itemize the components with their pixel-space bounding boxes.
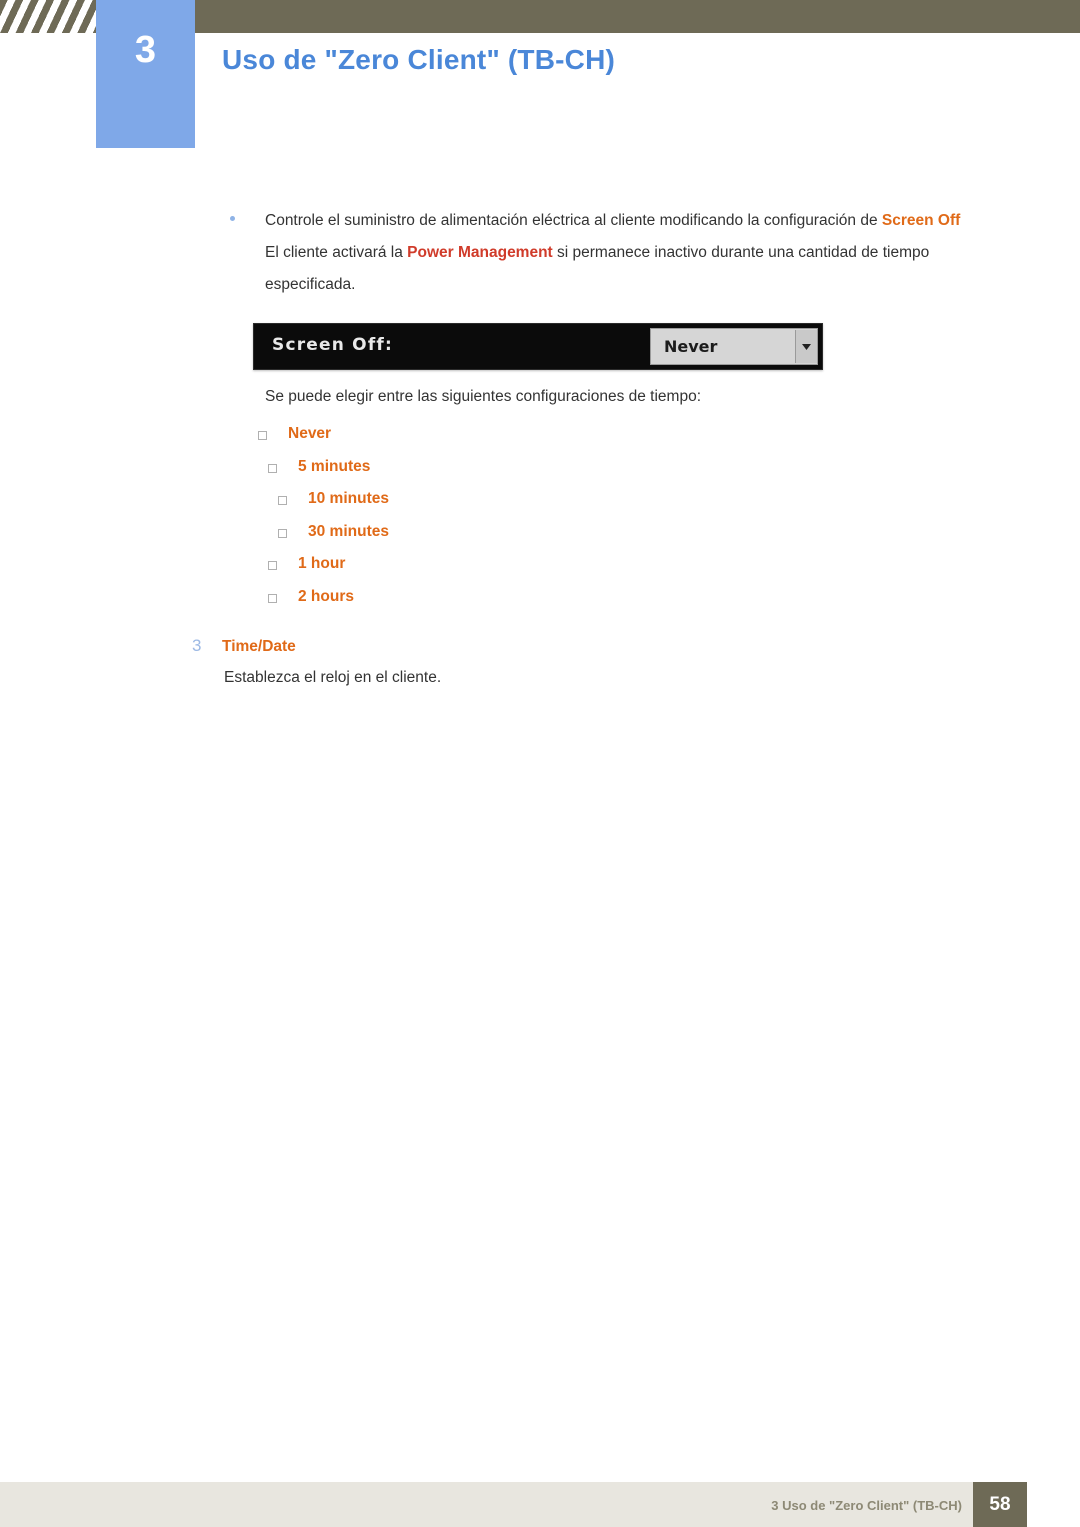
square-bullet-icon xyxy=(268,561,277,570)
list-item: 1 hour xyxy=(0,548,1080,581)
list-item-label: 2 hours xyxy=(298,587,354,605)
list-item: 2 hours xyxy=(0,581,1080,614)
bullet-text-part-1: Controle el suministro de alimentación e… xyxy=(265,212,882,229)
sub-section-heading: 3 Time/Date xyxy=(192,636,1080,656)
footer-page-number: 58 xyxy=(973,1482,1027,1527)
list-item-label: Never xyxy=(288,425,332,442)
footer-text: 3 Uso de "Zero Client" (TB-CH) xyxy=(771,1498,962,1513)
sub-section-description: Establezca el reloj en el cliente. xyxy=(224,669,442,686)
list-item: 30 minutes xyxy=(0,516,1080,549)
sub-section-title: Time/Date xyxy=(222,638,296,655)
square-bullet-icon xyxy=(268,463,277,473)
footer-right-cap xyxy=(1027,1482,1080,1527)
osd-label: Screen Off: xyxy=(272,335,394,355)
square-bullet-icon xyxy=(278,496,287,505)
square-bullet-icon xyxy=(278,528,287,538)
options-intro-text: Se puede elegir entre las siguientes con… xyxy=(265,388,701,405)
screen-off-osd-figure: Screen Off: Never xyxy=(253,323,823,370)
page-title: Uso de "Zero Client" (TB-CH) xyxy=(222,44,616,75)
list-item-label: 10 minutes xyxy=(308,490,389,507)
time-options-list: Never 5 minutes 10 minutes 30 minutes 1 … xyxy=(0,418,1080,613)
list-item: 5 minutes xyxy=(0,451,1080,484)
list-item: 10 minutes xyxy=(0,483,1080,516)
bullet-dot-icon xyxy=(230,216,235,221)
square-bullet-icon xyxy=(268,593,277,603)
list-item: Never xyxy=(0,418,1080,451)
chevron-down-icon[interactable] xyxy=(795,330,817,363)
screen-off-dropdown[interactable]: Never xyxy=(650,328,818,365)
page-content: Controle el suministro de alimentación e… xyxy=(0,205,1080,687)
keyword-screen-off: Screen Off xyxy=(881,212,961,229)
bullet-paragraph-text: Controle el suministro de alimentación e… xyxy=(265,205,970,301)
list-item-label: 30 minutes xyxy=(308,522,389,540)
sub-section-number: 3 xyxy=(192,636,202,655)
bullet-paragraph: Controle el suministro de alimentación e… xyxy=(0,205,1080,301)
keyword-power-management: Power Management xyxy=(407,244,553,261)
chapter-number-badge: 3 xyxy=(96,0,195,148)
list-item-label: 1 hour xyxy=(298,555,346,572)
screen-off-dropdown-value: Never xyxy=(664,337,718,356)
square-bullet-icon xyxy=(258,431,267,440)
bullet-text-part-2: El cliente activará la xyxy=(265,244,408,261)
header-hatch-decoration xyxy=(0,0,96,33)
list-item-label: 5 minutes xyxy=(298,457,371,475)
